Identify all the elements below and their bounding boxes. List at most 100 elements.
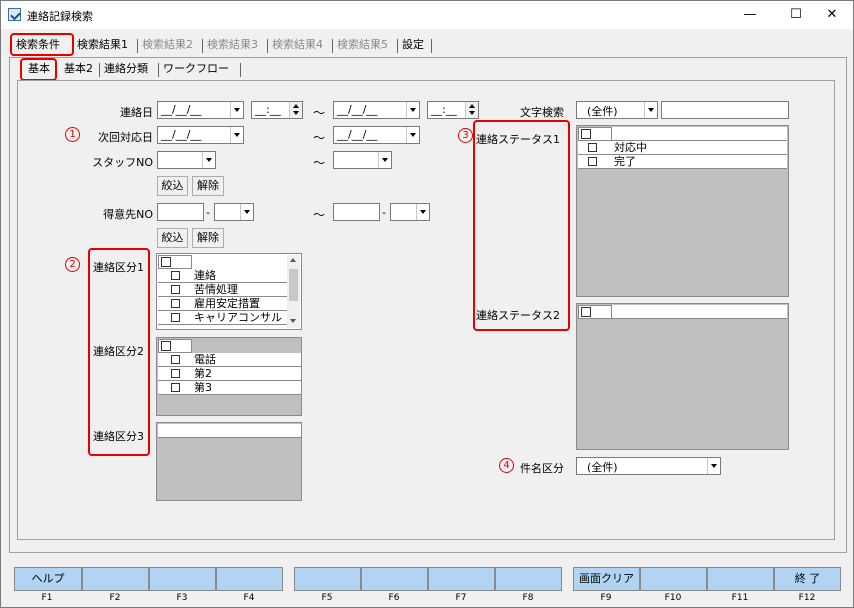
vertical-scrollbar[interactable] xyxy=(287,255,300,328)
subtab-contact-category[interactable]: 連絡分類 xyxy=(101,60,151,78)
subject-category-select[interactable]: (全件) xyxy=(576,457,721,475)
contact-status-2-list[interactable] xyxy=(576,303,789,450)
list-item-label: 連絡 xyxy=(194,269,216,282)
f4-button[interactable] xyxy=(216,567,283,591)
tab-separator xyxy=(137,39,138,53)
select-all-header[interactable] xyxy=(578,305,612,319)
chevron-down-icon[interactable] xyxy=(240,204,253,220)
tab-results-4[interactable]: 検索結果4 xyxy=(269,36,326,54)
contact-status-1-list[interactable]: 対応中 完了 xyxy=(576,125,789,297)
checkbox[interactable] xyxy=(171,369,180,378)
chevron-down-icon[interactable] xyxy=(230,102,243,118)
minimize-button[interactable]: — xyxy=(727,1,773,29)
customer-no-to-input[interactable] xyxy=(333,203,380,221)
f9-clear-screen-button[interactable]: 画面クリア xyxy=(573,567,640,591)
checkbox[interactable] xyxy=(171,313,180,322)
f12-exit-button[interactable]: 終 了 xyxy=(774,567,841,591)
select-all-checkbox[interactable] xyxy=(581,307,591,317)
contact-time-to[interactable]: __:__ xyxy=(427,101,479,119)
subtab-basic-2[interactable]: 基本2 xyxy=(61,60,96,78)
staff-clear-button[interactable]: 解除 xyxy=(192,176,224,196)
tab-results-1[interactable]: 検索結果1 xyxy=(74,36,131,54)
staff-no-to-select[interactable] xyxy=(333,151,392,169)
list-item[interactable]: 苦情処理 xyxy=(158,283,288,297)
list-item-label: 苦情処理 xyxy=(194,283,238,296)
list-item[interactable]: 対応中 xyxy=(578,141,787,155)
select-all-header[interactable] xyxy=(158,255,192,269)
subtab-workflow[interactable]: ワークフロー xyxy=(160,60,232,78)
select-all-checkbox[interactable] xyxy=(161,341,171,351)
customer-no-from-input[interactable] xyxy=(157,203,204,221)
checkbox[interactable] xyxy=(171,285,180,294)
customer-clear-button[interactable]: 解除 xyxy=(192,228,224,248)
close-button[interactable]: ✕ xyxy=(809,1,854,29)
checkbox[interactable] xyxy=(171,355,180,364)
list-item[interactable]: 連絡 xyxy=(158,269,288,283)
list-item[interactable]: 雇用安定措置 xyxy=(158,297,288,311)
f5-button[interactable] xyxy=(294,567,361,591)
list-item[interactable]: 電話 xyxy=(158,353,301,367)
next-action-date-from[interactable]: __/__/__ xyxy=(157,126,244,144)
scroll-thumb[interactable] xyxy=(289,269,298,301)
list-item[interactable]: 第3 xyxy=(158,381,301,395)
contact-date-to[interactable]: __/__/__ xyxy=(333,101,420,119)
range-separator: ～ xyxy=(313,131,326,145)
spinner-icon[interactable] xyxy=(465,102,478,118)
annotation-marker-4: 4 xyxy=(499,458,514,473)
f6-button[interactable] xyxy=(361,567,428,591)
customer-narrow-button[interactable]: 絞込 xyxy=(157,228,188,248)
f8-button[interactable] xyxy=(495,567,562,591)
staff-no-from-select[interactable] xyxy=(157,151,216,169)
staff-narrow-button[interactable]: 絞込 xyxy=(157,176,188,196)
text-search-mode-select[interactable]: (全件) xyxy=(576,101,658,119)
chevron-down-icon[interactable] xyxy=(406,127,419,143)
scroll-up-icon[interactable] xyxy=(290,258,296,262)
scroll-down-icon[interactable] xyxy=(290,319,296,323)
checkbox[interactable] xyxy=(588,143,597,152)
chevron-down-icon[interactable] xyxy=(202,152,215,168)
fkey-label: F2 xyxy=(109,593,121,603)
tab-results-5[interactable]: 検索結果5 xyxy=(334,36,391,54)
select-all-checkbox[interactable] xyxy=(581,129,591,139)
chevron-down-icon[interactable] xyxy=(406,102,419,118)
contact-category-2-list[interactable]: 電話 第2 第3 xyxy=(156,337,302,416)
contact-time-from[interactable]: __:__ xyxy=(251,101,303,119)
list-item-label: 雇用安定措置 xyxy=(194,297,260,310)
next-action-date-to[interactable]: __/__/__ xyxy=(333,126,420,144)
customer-branch-from-select[interactable] xyxy=(214,203,254,221)
tab-settings[interactable]: 設定 xyxy=(399,36,427,54)
checkbox[interactable] xyxy=(171,299,180,308)
text-search-input[interactable] xyxy=(661,101,789,119)
chevron-down-icon[interactable] xyxy=(378,152,391,168)
f11-button[interactable] xyxy=(707,567,774,591)
select-all-header[interactable] xyxy=(158,339,192,353)
checkbox[interactable] xyxy=(171,383,180,392)
contact-date-from[interactable]: __/__/__ xyxy=(157,101,244,119)
tab-separator xyxy=(397,39,398,53)
contact-category-1-list[interactable]: 連絡 苦情処理 雇用安定措置 キャリアコンサル xyxy=(156,253,302,330)
f1-help-button[interactable]: ヘルプ xyxy=(14,567,82,591)
spinner-icon[interactable] xyxy=(289,102,302,118)
header-row xyxy=(158,424,301,438)
f10-button[interactable] xyxy=(640,567,707,591)
title-bar: 連絡記録検索 — ☐ ✕ xyxy=(1,1,853,29)
select-all-checkbox[interactable] xyxy=(161,257,171,267)
f7-button[interactable] xyxy=(428,567,495,591)
f3-button[interactable] xyxy=(149,567,216,591)
chevron-down-icon[interactable] xyxy=(644,102,657,118)
checkbox[interactable] xyxy=(588,157,597,166)
customer-branch-to-select[interactable] xyxy=(390,203,430,221)
checkbox[interactable] xyxy=(171,271,180,280)
f2-button[interactable] xyxy=(82,567,149,591)
tab-results-2[interactable]: 検索結果2 xyxy=(139,36,196,54)
list-item[interactable]: 完了 xyxy=(578,155,787,169)
chevron-down-icon[interactable] xyxy=(707,458,720,474)
contact-category-2-label: 連絡区分2 xyxy=(93,345,144,358)
list-item[interactable]: 第2 xyxy=(158,367,301,381)
chevron-down-icon[interactable] xyxy=(416,204,429,220)
tab-results-3[interactable]: 検索結果3 xyxy=(204,36,261,54)
contact-category-3-list[interactable] xyxy=(156,422,302,501)
select-all-header[interactable] xyxy=(578,127,612,141)
list-item[interactable]: キャリアコンサル xyxy=(158,311,288,325)
chevron-down-icon[interactable] xyxy=(230,127,243,143)
